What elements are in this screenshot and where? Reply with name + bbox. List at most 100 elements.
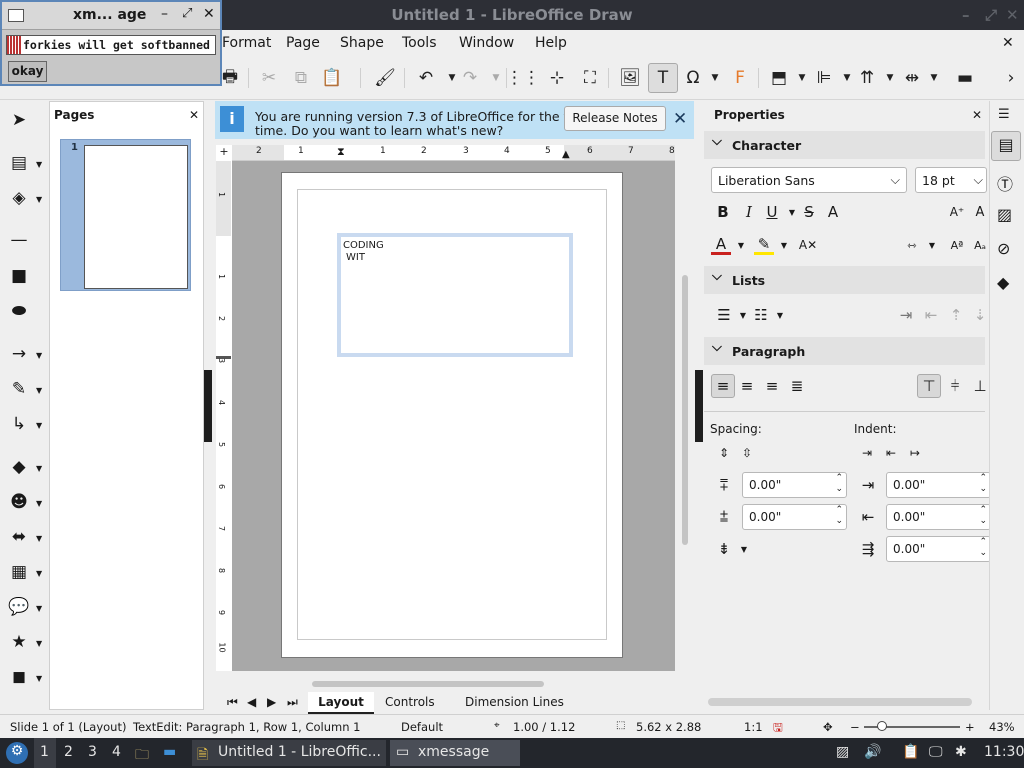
move-up-icon[interactable]: ⇡ bbox=[946, 305, 966, 325]
font-size-combo[interactable]: 18 pt ⌵ bbox=[915, 167, 987, 193]
xmessage-okay-button[interactable]: okay bbox=[8, 61, 47, 82]
menu-format[interactable]: Format bbox=[222, 35, 271, 51]
horizontal-scroll-thumb[interactable] bbox=[312, 681, 544, 687]
above-spacing-input[interactable]: 0.00" ⌃ ⌄ bbox=[742, 472, 847, 498]
superscript-icon[interactable]: Aª bbox=[947, 235, 967, 255]
bold-icon[interactable]: B bbox=[713, 202, 733, 222]
promote-icon[interactable]: ⇤ bbox=[921, 305, 941, 325]
distribute-icon[interactable]: ⇹ bbox=[900, 66, 924, 90]
transformations-icon[interactable]: ⬒ bbox=[767, 66, 791, 90]
stars-icon[interactable]: ★ bbox=[8, 631, 30, 653]
close-window-button[interactable]: ✕ bbox=[1006, 6, 1019, 24]
redo-icon[interactable]: ↷ bbox=[458, 66, 482, 90]
workspace-2[interactable]: 2 bbox=[64, 744, 73, 760]
flowchart-icon[interactable]: ▦ bbox=[8, 561, 30, 583]
maximize-button[interactable]: ⤢ bbox=[985, 6, 997, 24]
first-page-icon[interactable]: ⏮ bbox=[227, 695, 238, 710]
bullet-list-icon[interactable]: ☰ bbox=[714, 305, 734, 325]
indent-marker-icon[interactable]: ⧗ bbox=[337, 145, 345, 159]
zoom-level[interactable]: 43% bbox=[989, 720, 1015, 734]
infobar-close-icon[interactable]: ✕ bbox=[673, 109, 687, 129]
insert-image-icon[interactable]: 🖼 bbox=[618, 66, 642, 90]
workspace-1[interactable]: 1 bbox=[40, 744, 49, 760]
align-middle-icon[interactable]: ⫩ bbox=[945, 376, 965, 396]
menu-page[interactable]: Page bbox=[286, 35, 320, 51]
tab-layout[interactable]: Layout bbox=[308, 692, 374, 714]
pages-panel-close-icon[interactable]: ✕ bbox=[189, 108, 199, 122]
connectors-icon[interactable]: ↳ bbox=[8, 413, 30, 435]
character-spacing-dropdown-icon[interactable]: ▼ bbox=[922, 235, 942, 255]
below-spacing-input[interactable]: 0.00" ⌃ ⌄ bbox=[742, 504, 847, 530]
arrange-icon[interactable]: ⇈ bbox=[855, 66, 879, 90]
text-box[interactable]: CODING WIT bbox=[337, 233, 573, 357]
arrange-dropdown-icon[interactable]: ▼ bbox=[878, 66, 902, 90]
display-icon[interactable]: 🖵 bbox=[929, 744, 943, 760]
properties-deck-icon[interactable]: ▤ bbox=[991, 131, 1021, 161]
xmessage-minimize-button[interactable]: – bbox=[161, 6, 168, 22]
bluetooth-icon[interactable]: ✱ bbox=[955, 744, 967, 760]
font-color-icon[interactable]: A bbox=[711, 235, 731, 255]
align-top-icon[interactable]: ⊤ bbox=[917, 374, 941, 398]
basic-shapes-icon[interactable]: ◆ bbox=[8, 456, 30, 478]
lists-section-header[interactable]: Lists bbox=[704, 266, 985, 294]
align-center-icon[interactable]: ≡ bbox=[737, 376, 757, 396]
lines-arrows-icon[interactable]: → bbox=[8, 343, 30, 365]
vertical-scroll-thumb[interactable] bbox=[682, 275, 688, 545]
paragraph-section-header[interactable]: Paragraph bbox=[704, 337, 985, 365]
gallery-deck-icon[interactable]: ▨ bbox=[997, 205, 1012, 224]
line-spacing-icon[interactable]: ⇟ bbox=[714, 539, 734, 559]
xmessage-close-button[interactable]: ✕ bbox=[203, 6, 215, 22]
justify-icon[interactable]: ≣ bbox=[787, 376, 807, 396]
clone-formatting-icon[interactable]: 🖌 bbox=[373, 66, 397, 90]
right-margin-marker-icon[interactable]: ▲ bbox=[562, 149, 570, 160]
highlight-dropdown-icon[interactable]: ▼ bbox=[774, 235, 794, 255]
tab-dimension-lines[interactable]: Dimension Lines bbox=[465, 695, 564, 709]
menu-window[interactable]: Window bbox=[459, 35, 514, 51]
horizontal-ruler[interactable]: 2 1 1 2 3 4 5 6 7 8 ⧗ ▲ bbox=[232, 145, 675, 161]
strikethrough-icon[interactable]: S bbox=[799, 202, 819, 222]
xmessage-maximize-button[interactable]: ⤢ bbox=[182, 6, 192, 21]
select-icon[interactable]: ➤ bbox=[8, 109, 30, 131]
shadow-text-icon[interactable]: A bbox=[823, 202, 843, 222]
3d-objects-icon[interactable]: ◼ bbox=[8, 666, 30, 688]
first-line-indent-input[interactable]: 0.00" ⌃ ⌄ bbox=[886, 536, 991, 562]
vertical-ruler[interactable]: 1 1 2 3 4 5 6 7 8 9 10 bbox=[216, 161, 232, 671]
character-section-header[interactable]: Character bbox=[704, 131, 985, 159]
symbol-shapes-icon[interactable]: ☻ bbox=[8, 491, 30, 513]
hanging-indent-icon[interactable]: ↦ bbox=[905, 443, 925, 463]
align-left-icon[interactable]: ≡ bbox=[711, 374, 735, 398]
zoom-out-icon[interactable]: − bbox=[850, 720, 860, 734]
page-thumbnail[interactable]: 1 bbox=[60, 139, 191, 291]
redo-dropdown-icon[interactable]: ▼ bbox=[484, 66, 508, 90]
vertical-scrollbar[interactable] bbox=[680, 145, 690, 671]
distribute-dropdown-icon[interactable]: ▼ bbox=[922, 66, 946, 90]
zoom-in-icon[interactable]: + bbox=[965, 720, 975, 734]
grid-icon[interactable]: ⋮⋮ bbox=[506, 66, 540, 90]
block-arrows-icon[interactable]: ⬌ bbox=[8, 526, 30, 548]
zoom-slider-knob[interactable] bbox=[877, 721, 887, 731]
fill-color-icon[interactable]: ◈ bbox=[8, 187, 30, 209]
menu-help[interactable]: Help bbox=[535, 35, 567, 51]
menu-shape[interactable]: Shape bbox=[340, 35, 384, 51]
highlight-icon[interactable]: ✎ bbox=[754, 235, 774, 255]
align-objects-icon[interactable]: ⊫ bbox=[812, 66, 836, 90]
sidebar-collapse-handle[interactable] bbox=[695, 370, 703, 442]
line-spacing-dropdown-icon[interactable]: ▼ bbox=[734, 539, 754, 559]
prev-page-icon[interactable]: ◀ bbox=[247, 695, 256, 709]
fit-page-icon[interactable]: ✥ bbox=[823, 720, 833, 734]
show-desktop-icon[interactable]: ▬ bbox=[163, 744, 176, 760]
after-text-indent-input[interactable]: 0.00" ⌃ ⌄ bbox=[886, 504, 991, 530]
horizontal-scrollbar[interactable] bbox=[218, 679, 674, 689]
numbered-list-dropdown-icon[interactable]: ▼ bbox=[770, 305, 790, 325]
tab-controls[interactable]: Controls bbox=[385, 695, 435, 709]
before-text-indent-input[interactable]: 0.00" ⌃ ⌄ bbox=[886, 472, 991, 498]
subscript-icon[interactable]: Aₐ bbox=[970, 235, 990, 255]
italic-icon[interactable]: I bbox=[739, 202, 759, 222]
tray-notes-icon[interactable]: ▨ bbox=[836, 744, 849, 760]
zoom-page-icon[interactable]: ⛶ bbox=[578, 66, 602, 90]
insert-text-box-icon[interactable]: T bbox=[648, 63, 678, 93]
shadow-icon[interactable]: ▬ bbox=[953, 66, 977, 90]
special-character-icon[interactable]: Ω bbox=[681, 66, 705, 90]
sidebar-hscroll[interactable] bbox=[708, 698, 972, 706]
paste-icon[interactable]: 📋 bbox=[320, 66, 344, 90]
